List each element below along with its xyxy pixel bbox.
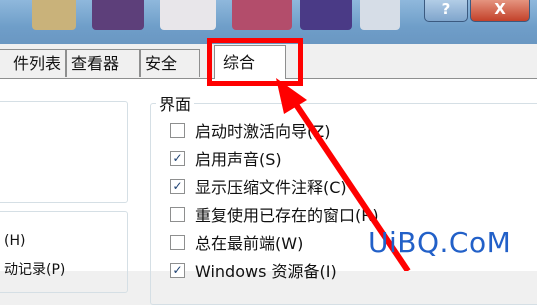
toolbar-thumbnail xyxy=(360,0,400,30)
left-option-label: (H) xyxy=(4,233,26,249)
option-reuse-window[interactable]: 重复使用已存在的窗口(R) xyxy=(170,205,379,227)
left-option-label: 动记录(P) xyxy=(4,262,66,278)
option-label: 启用声音(S) xyxy=(195,150,282,169)
option-windows-resources[interactable]: ✓ Windows 资源备(I) xyxy=(170,261,337,283)
option-label: 启动时激活向导(Z) xyxy=(195,122,331,141)
left-groupbox xyxy=(0,211,128,293)
option-always-on-top[interactable]: 总在最前端(W) xyxy=(170,233,303,255)
highlight-box xyxy=(207,38,303,86)
toolbar-thumbnail xyxy=(160,0,216,30)
option-label: 重复使用已存在的窗口(R) xyxy=(195,206,379,225)
option-label: 显示压缩文件注释(C) xyxy=(195,178,347,197)
checkbox[interactable] xyxy=(170,123,185,138)
checkbox-checked[interactable]: ✓ xyxy=(170,151,185,166)
close-button[interactable]: X xyxy=(470,0,530,22)
checkbox[interactable] xyxy=(170,207,185,222)
checkbox[interactable] xyxy=(170,235,185,250)
tab-file-list[interactable]: 件列表 xyxy=(0,49,66,77)
option-startup-wizard[interactable]: 启动时激活向导(Z) xyxy=(170,121,330,143)
checkbox-checked[interactable]: ✓ xyxy=(170,179,185,194)
option-label: 总在最前端(W) xyxy=(195,234,304,253)
interface-group-title: 界面 xyxy=(156,91,195,115)
option-label: Windows 资源备(I) xyxy=(195,262,337,281)
toolbar-thumbnail xyxy=(300,0,352,30)
tab-security[interactable]: 安全 xyxy=(140,49,200,77)
toolbar-thumbnail xyxy=(32,0,76,30)
option-show-archive-comment[interactable]: ✓ 显示压缩文件注释(C) xyxy=(170,177,347,199)
help-button[interactable]: ? xyxy=(424,0,468,22)
toolbar-thumbnail xyxy=(232,0,292,30)
watermark-text: UiBQ.CoM xyxy=(368,226,512,259)
toolbar-thumbnail xyxy=(92,0,144,30)
option-enable-sound[interactable]: ✓ 启用声音(S) xyxy=(170,149,282,171)
tab-viewer[interactable]: 查看器 xyxy=(66,49,140,77)
left-groupbox xyxy=(0,101,128,203)
